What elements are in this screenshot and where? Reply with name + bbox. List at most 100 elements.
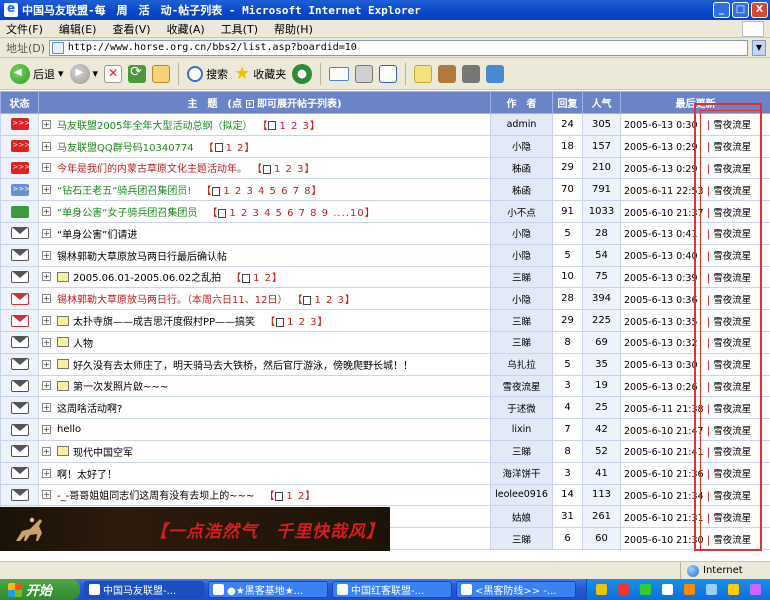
page-links[interactable]: 【1 2 3 4 5 6 7 8 9 ....10】 bbox=[207, 208, 375, 219]
tray-icon[interactable] bbox=[683, 584, 695, 595]
expand-toggle[interactable]: + bbox=[42, 163, 51, 173]
topic-link[interactable]: 人物 bbox=[73, 339, 93, 350]
topic-link[interactable]: 好久没有去太师庄了，明天骑马去大铁桥，然后官厅游泳，傍晚爬野长城！！ bbox=[73, 361, 413, 372]
page-numbers[interactable]: 1 2 3 4 5 6 7 8 bbox=[223, 186, 311, 197]
back-button[interactable]: 后退 ▾ bbox=[10, 63, 64, 84]
table-row[interactable]: + “钻石王老五”骑兵团召集团员! 【1 2 3 4 5 6 7 8】 秭函70791… bbox=[0, 178, 770, 202]
table-row[interactable]: + -_-哥哥姐姐同志们这周有没有去坝上的~~~ 【1 2】 leolee0916 14… bbox=[0, 483, 770, 507]
last-user-link[interactable]: 雪夜流星 bbox=[713, 229, 751, 240]
word-icon[interactable] bbox=[379, 64, 398, 83]
home-icon[interactable] bbox=[152, 64, 171, 83]
forward-dropdown-icon[interactable]: ▾ bbox=[93, 67, 99, 80]
expand-toggle[interactable]: + bbox=[42, 337, 51, 347]
table-row[interactable]: + 现代中国空军 三睇 8 52 2005-6-10 21:41 | 雪夜流星 bbox=[0, 439, 770, 463]
media-icon[interactable] bbox=[438, 64, 457, 83]
author-cell[interactable]: admin bbox=[490, 113, 553, 136]
topic-link[interactable]: “钻石王老五”骑兵团召集团员! bbox=[57, 186, 191, 197]
edit-icon[interactable] bbox=[462, 64, 481, 83]
expand-toggle[interactable]: + bbox=[42, 272, 51, 282]
back-dropdown-icon[interactable]: ▾ bbox=[58, 67, 64, 80]
start-button[interactable]: 开始 bbox=[0, 579, 80, 600]
mail-icon[interactable] bbox=[329, 66, 350, 81]
last-user-link[interactable]: 雪夜流星 bbox=[713, 273, 751, 284]
last-user-link[interactable]: 雪夜流星 bbox=[713, 120, 751, 131]
author-cell[interactable]: 姑娘 bbox=[490, 505, 553, 529]
topic-link[interactable]: 锡林郭勒大草原放马两日行最后确认帖 bbox=[57, 252, 227, 263]
table-row[interactable]: + “单身公害”女子骑兵团召集团员【1 2 3 4 5 6 7 8 9 ....1… bbox=[0, 200, 770, 223]
page-numbers[interactable]: 1 2 bbox=[253, 273, 272, 284]
forward-button[interactable]: ▾ bbox=[69, 63, 99, 84]
table-row[interactable]: + 这周啥活动啊? 于述微 4 25 2005-6-11 21:38 | 雪夜流星 bbox=[0, 396, 770, 420]
history-icon[interactable] bbox=[292, 63, 313, 84]
author-cell[interactable]: 于述微 bbox=[490, 396, 553, 420]
author-cell[interactable]: 秭函 bbox=[490, 156, 553, 180]
last-user-link[interactable]: 雪夜流星 bbox=[713, 317, 751, 328]
page-links[interactable]: 【1 2 3】 bbox=[265, 317, 328, 328]
last-user-link[interactable]: 雪夜流星 bbox=[713, 426, 751, 437]
topic-link[interactable]: “单身公害”们请进 bbox=[57, 230, 137, 241]
menu-view[interactable]: 查看(V) bbox=[112, 21, 150, 37]
page-numbers[interactable]: 1 2 3 bbox=[274, 164, 304, 175]
topic-link[interactable]: “单身公害”女子骑兵团召集团员 bbox=[57, 208, 197, 219]
topic-link[interactable]: 太扑寺旗——成吉思汗度假村PP——搞笑 bbox=[73, 317, 255, 328]
last-user-link[interactable]: 雪夜流星 bbox=[713, 186, 751, 197]
menu-favorites[interactable]: 收藏(A) bbox=[167, 21, 205, 37]
topic-link[interactable]: hello bbox=[57, 424, 81, 435]
search-button[interactable]: 搜索 bbox=[187, 65, 228, 82]
tray-icon[interactable] bbox=[640, 584, 652, 595]
table-row[interactable]: + 马友联盟2005年全年大型活动总纲（拟定） 【1 2 3】 admin243052… bbox=[0, 113, 770, 136]
last-user-link[interactable]: 雪夜流星 bbox=[713, 404, 751, 415]
expand-toggle[interactable]: + bbox=[42, 490, 51, 500]
topic-link[interactable]: 2005.06.01-2005.06.02之乱拍 bbox=[73, 273, 221, 284]
table-row[interactable]: + 锡林郭勒大草原放马两日行。（本周六日11、12日） 【1 2 3】 小隐 28 394… bbox=[0, 287, 770, 311]
page-links[interactable]: 【1 2】 bbox=[264, 491, 316, 502]
table-row[interactable]: + 啊！太好了！ 海洋饼干 3 41 2005-6-10 21:36 | 雪夜流星 bbox=[0, 461, 770, 485]
author-cell[interactable]: lixin bbox=[490, 418, 553, 441]
maximize-button[interactable]: □ bbox=[732, 2, 749, 18]
author-cell[interactable]: 三睇 bbox=[490, 309, 553, 332]
address-field[interactable] bbox=[49, 39, 748, 56]
author-cell[interactable]: 乌扎拉 bbox=[490, 352, 553, 376]
expand-toggle[interactable]: + bbox=[42, 250, 51, 260]
menu-tools[interactable]: 工具(T) bbox=[221, 21, 258, 37]
expand-toggle[interactable]: + bbox=[42, 294, 51, 304]
last-user-link[interactable]: 雪夜流星 bbox=[713, 338, 751, 349]
topic-link[interactable]: 这周啥活动啊? bbox=[57, 404, 122, 415]
author-cell[interactable]: 小隐 bbox=[490, 287, 553, 311]
table-row[interactable]: + 锡林郭勒大草原放马两日行最后确认帖 小隐 5 54 2005-6-13 0:40 | 雪夜… bbox=[0, 243, 770, 267]
address-input[interactable] bbox=[67, 42, 747, 53]
table-row[interactable]: + 马友联盟QQ群号码10340774 【1 2】 小隐181572005-6-13 … bbox=[0, 134, 770, 158]
topic-link[interactable]: 马友联盟2005年全年大型活动总纲（拟定） bbox=[57, 121, 252, 132]
topic-link[interactable]: 马友联盟QQ群号码10340774 bbox=[57, 143, 194, 154]
topic-link[interactable]: 今年是我们的内蒙古草原文化主题活动年。 bbox=[57, 164, 247, 175]
last-user-link[interactable]: 雪夜流星 bbox=[713, 164, 751, 175]
minimize-button[interactable]: _ bbox=[713, 2, 730, 18]
last-user-link[interactable]: 雪夜流星 bbox=[713, 208, 751, 219]
topic-link[interactable]: 第一次发照片啟~~~ bbox=[73, 382, 168, 393]
tray-icon[interactable] bbox=[727, 584, 739, 595]
expand-toggle[interactable]: + bbox=[42, 228, 51, 238]
author-cell[interactable]: 三睇 bbox=[490, 439, 553, 463]
expand-toggle[interactable]: + bbox=[42, 424, 51, 434]
topic-link[interactable]: 啊！太好了！ bbox=[57, 470, 117, 481]
page-numbers[interactable]: 1 2 3 bbox=[279, 121, 309, 132]
page-numbers[interactable]: 1 2 bbox=[286, 491, 305, 502]
author-cell[interactable]: 三睇 bbox=[490, 527, 553, 550]
page-links[interactable]: 【1 2 3 4 5 6 7 8】 bbox=[201, 186, 322, 197]
expand-toggle[interactable]: + bbox=[42, 403, 51, 413]
table-row[interactable]: + 今年是我们的内蒙古草原文化主题活动年。【1 2 3】 秭函292102005-6… bbox=[0, 156, 770, 180]
topic-link[interactable]: -_-哥哥姐姐同志们这周有没有去坝上的~~~ bbox=[57, 491, 254, 502]
page-numbers[interactable]: 1 2 3 bbox=[287, 317, 317, 328]
tray-icon[interactable] bbox=[596, 584, 608, 595]
page-links[interactable]: 【1 2】 bbox=[204, 143, 256, 154]
menu-file[interactable]: 文件(F) bbox=[6, 21, 43, 37]
author-cell[interactable]: leolee0916 bbox=[490, 483, 553, 507]
expand-toggle[interactable]: + bbox=[42, 185, 51, 195]
last-user-link[interactable]: 雪夜流星 bbox=[713, 295, 751, 306]
last-user-link[interactable]: 雪夜流星 bbox=[713, 535, 751, 546]
table-row[interactable]: + 好久没有去太师庄了，明天骑马去大铁桥，然后官厅游泳，傍晚爬野长城！！ 乌扎拉 5 3… bbox=[0, 352, 770, 376]
page-links[interactable]: 【1 2 3】 bbox=[262, 121, 320, 132]
last-user-link[interactable]: 雪夜流星 bbox=[713, 382, 751, 393]
last-user-link[interactable]: 雪夜流星 bbox=[713, 447, 751, 458]
last-user-link[interactable]: 雪夜流星 bbox=[713, 491, 751, 502]
